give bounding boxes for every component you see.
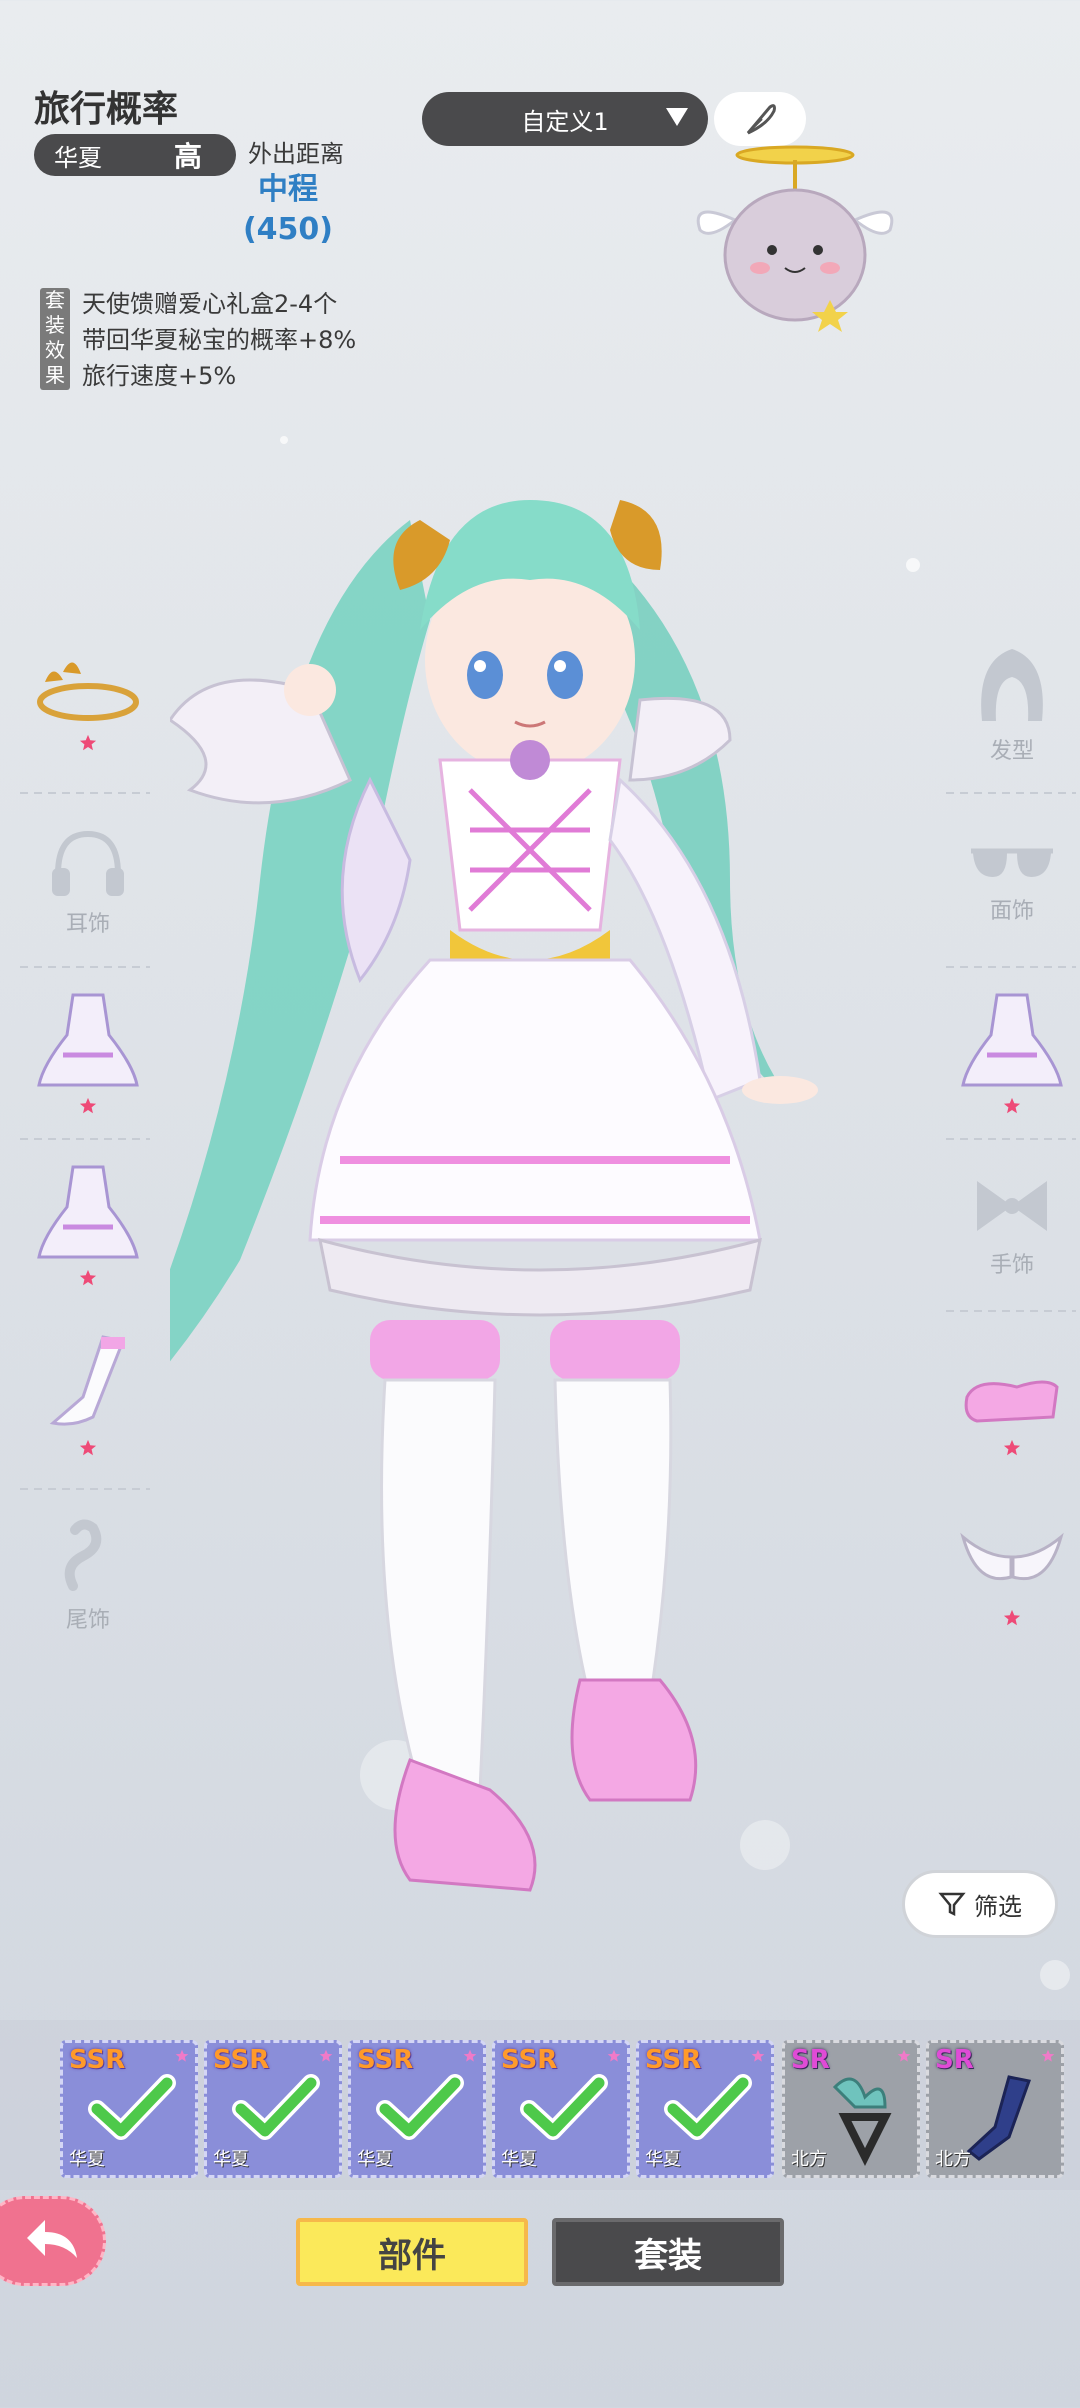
feather-icon	[746, 104, 776, 135]
slot-earring[interactable]: 耳饰	[18, 806, 158, 956]
favorite-star-icon	[1003, 1609, 1021, 1626]
slot-socks[interactable]	[18, 1320, 158, 1470]
slot-top[interactable]	[18, 978, 158, 1128]
back-button[interactable]	[0, 2196, 106, 2286]
dress-icon	[961, 993, 1063, 1087]
filter-button[interactable]: 筛选	[902, 1870, 1058, 1938]
character-model	[170, 500, 818, 1892]
set-effect-list: 天使馈赠爱心礼盒2-4个 带回华夏秘宝的概率+8% 旅行速度+5%	[82, 286, 356, 394]
laurel-crown-icon	[37, 662, 139, 721]
divider	[946, 1310, 1076, 1312]
item-card[interactable]: SSR 华夏	[204, 2040, 342, 2178]
favorite-star-icon	[79, 1097, 97, 1114]
item-card[interactable]: SR 北方	[782, 2040, 920, 2178]
equipped-check-icon	[520, 2074, 608, 2140]
equipped-check-icon	[232, 2074, 320, 2140]
favorite-star-icon	[79, 1269, 97, 1286]
divider	[20, 966, 150, 968]
region-name: 华夏	[54, 143, 102, 172]
slot-face[interactable]: 面饰	[942, 806, 1080, 956]
stocking-icon	[49, 1335, 126, 1426]
item-region: 北方	[791, 2149, 827, 2170]
favorite-star-icon	[175, 2049, 189, 2062]
divider	[946, 1138, 1076, 1140]
favorite-star-icon	[1003, 1439, 1021, 1456]
favorite-star-icon	[1041, 2049, 1055, 2062]
set-effect-tag: 套装效果	[40, 288, 70, 390]
equipped-check-icon	[88, 2074, 176, 2140]
distance-number: (450)	[242, 212, 334, 247]
item-region: 华夏	[213, 2149, 249, 2170]
rarity-badge: SSR	[357, 2045, 414, 2075]
wings-icon	[960, 1532, 1064, 1580]
rarity-badge: SSR	[69, 2045, 126, 2075]
divider	[946, 966, 1076, 968]
favorite-star-icon	[79, 734, 97, 751]
hair-icon	[981, 649, 1043, 721]
filter-label: 筛选	[974, 1892, 1022, 1921]
favorite-star-icon	[607, 2049, 621, 2062]
favorite-star-icon	[897, 2049, 911, 2062]
set-effect-line: 旅行速度+5%	[82, 362, 237, 390]
item-card[interactable]: SSR 华夏	[348, 2040, 486, 2178]
item-region: 华夏	[357, 2149, 393, 2170]
slot-back[interactable]	[942, 1500, 1080, 1650]
item-region: 华夏	[501, 2149, 537, 2170]
favorite-star-icon	[79, 1439, 97, 1456]
item-card[interactable]: SSR 华夏	[636, 2040, 774, 2178]
divider	[20, 1138, 150, 1140]
region-badge: 华夏 高	[34, 134, 236, 176]
rarity-badge: SSR	[645, 2045, 702, 2075]
distance-value: 中程 (450)	[228, 170, 348, 250]
favorite-star-icon	[319, 2049, 333, 2062]
equipped-check-icon	[664, 2074, 752, 2140]
rename-button[interactable]	[714, 92, 806, 146]
slot-hairstyle[interactable]: 发型	[942, 628, 1080, 778]
item-card[interactable]: SSR 华夏	[492, 2040, 630, 2178]
favorite-star-icon	[751, 2049, 765, 2062]
slot-headwear[interactable]	[18, 630, 158, 780]
tab-parts[interactable]: 部件	[296, 2218, 528, 2286]
sparkle	[1040, 1960, 1070, 1990]
rarity-badge: SSR	[213, 2045, 270, 2075]
divider	[20, 792, 150, 794]
preset-label: 自定义1	[521, 107, 609, 136]
favorite-star-icon	[463, 2049, 477, 2062]
headphones-icon	[52, 830, 124, 896]
set-effect-line: 天使馈赠爱心礼盒2-4个	[82, 290, 338, 318]
item-card[interactable]: SSR 华夏	[60, 2040, 198, 2178]
distance-type: 中程	[258, 172, 318, 207]
slot-hand[interactable]: 手饰	[942, 1150, 1080, 1300]
tail-icon	[64, 1519, 102, 1591]
filter-icon	[938, 1892, 966, 1917]
slot-bottom[interactable]	[18, 1150, 158, 1300]
slot-outfit[interactable]	[942, 978, 1080, 1128]
dress-icon	[37, 993, 139, 1087]
slot-tail[interactable]: 尾饰	[18, 1500, 158, 1650]
item-region: 华夏	[645, 2149, 681, 2170]
back-arrow-icon	[27, 2220, 77, 2258]
set-effect-line: 带回华夏秘宝的概率+8%	[82, 326, 357, 354]
shoe-icon	[964, 1380, 1059, 1423]
dropdown-arrow-icon	[666, 108, 688, 126]
divider	[20, 1488, 150, 1490]
preset-dropdown[interactable]: 自定义1	[422, 92, 708, 146]
rarity-badge: SSR	[501, 2045, 558, 2075]
pet-image[interactable]	[680, 140, 910, 360]
item-card[interactable]: SR 北方	[926, 2040, 1064, 2178]
travel-probability-title: 旅行概率	[34, 89, 179, 130]
item-region: 华夏	[69, 2149, 105, 2170]
item-region: 北方	[935, 2149, 971, 2170]
tab-outfit[interactable]: 套装	[552, 2218, 784, 2286]
divider	[946, 792, 1076, 794]
glasses-icon	[971, 848, 1053, 877]
dress-icon	[37, 1165, 139, 1259]
favorite-star-icon	[1003, 1097, 1021, 1114]
sparkle	[280, 436, 288, 444]
distance-label: 外出距离	[248, 140, 344, 168]
equipped-check-icon	[376, 2074, 464, 2140]
slot-shoes[interactable]	[942, 1330, 1080, 1480]
bow-icon	[977, 1181, 1047, 1231]
probability-level: 高	[174, 140, 203, 173]
